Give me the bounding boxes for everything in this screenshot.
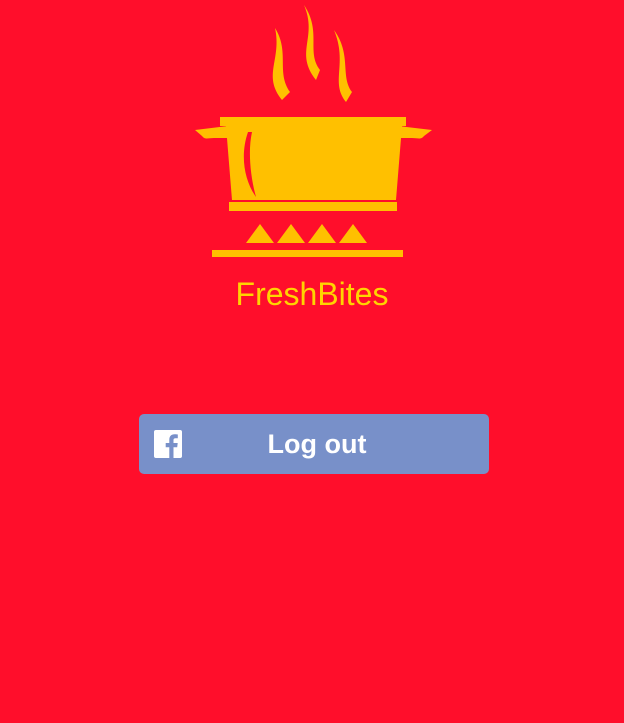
- facebook-icon: [154, 430, 182, 458]
- login-screen: FreshBites Log out: [0, 0, 624, 723]
- app-name: FreshBites: [235, 276, 389, 312]
- cooking-pot-on-stove-icon: [195, 5, 432, 257]
- logout-label: Log out: [267, 429, 367, 459]
- logout-button[interactable]: Log out: [139, 414, 489, 474]
